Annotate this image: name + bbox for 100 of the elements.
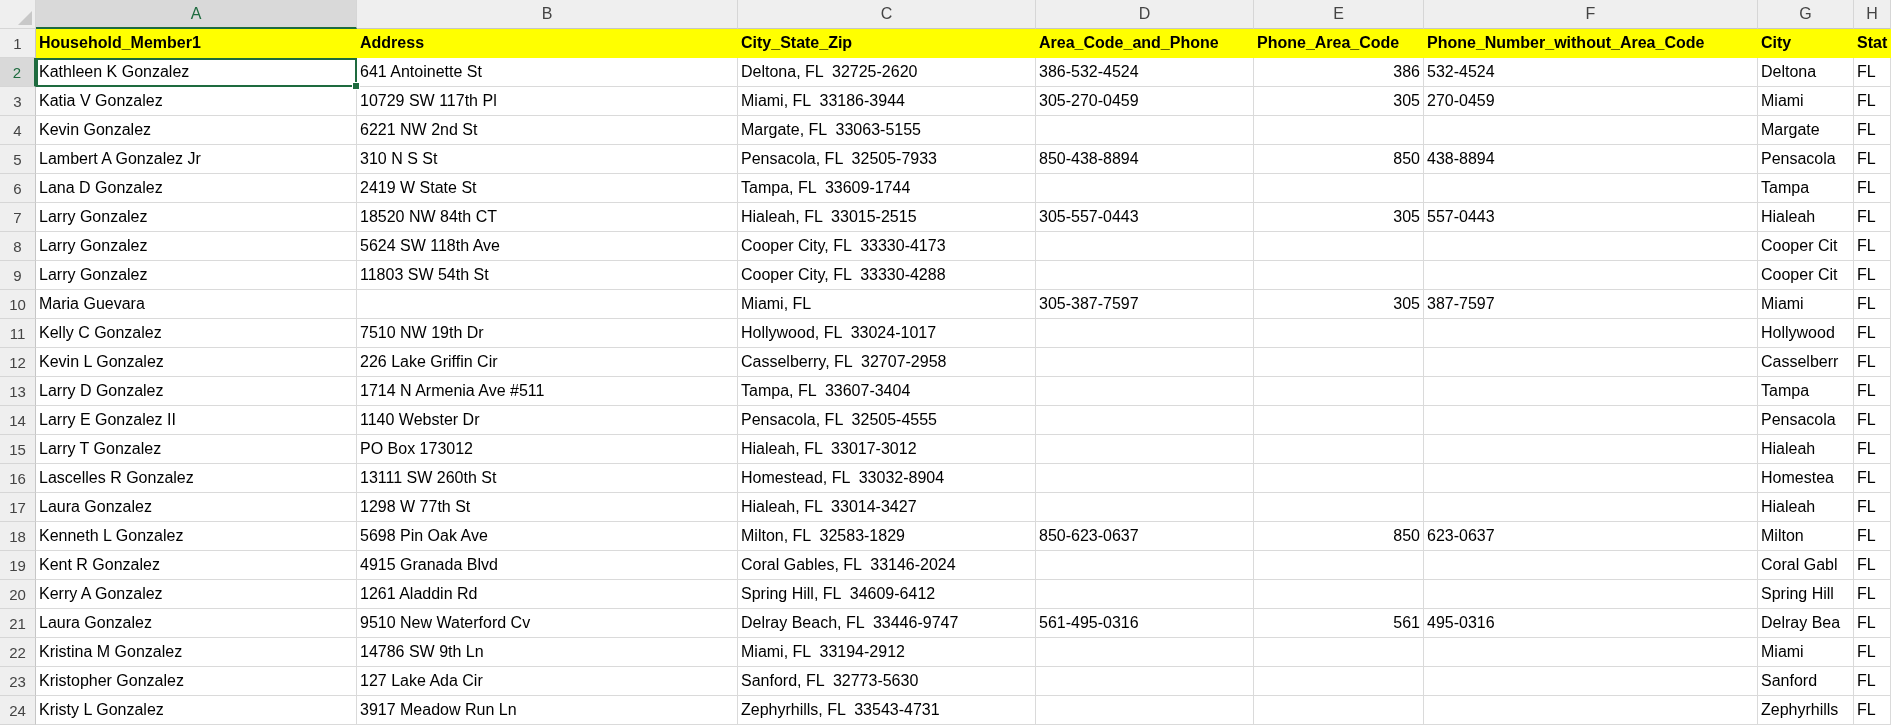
- table-cell[interactable]: Coral Gables, FL 33146-2024: [738, 551, 1036, 580]
- table-cell[interactable]: Pensacola, FL 32505-7933: [738, 145, 1036, 174]
- table-cell[interactable]: [1254, 580, 1424, 609]
- table-cell[interactable]: Pensacola, FL 32505-4555: [738, 406, 1036, 435]
- table-cell[interactable]: Spring Hill: [1758, 580, 1854, 609]
- table-cell[interactable]: Coral Gabl: [1758, 551, 1854, 580]
- table-cell[interactable]: [1036, 174, 1254, 203]
- table-cell[interactable]: Larry Gonzalez: [36, 232, 357, 261]
- table-cell[interactable]: [1036, 638, 1254, 667]
- table-cell[interactable]: FL: [1854, 609, 1891, 638]
- table-cell[interactable]: 850: [1254, 522, 1424, 551]
- table-cell[interactable]: FL: [1854, 464, 1891, 493]
- table-cell[interactable]: 2419 W State St: [357, 174, 738, 203]
- table-cell[interactable]: [1424, 580, 1758, 609]
- table-cell[interactable]: FL: [1854, 261, 1891, 290]
- table-cell[interactable]: Miami: [1758, 638, 1854, 667]
- table-cell[interactable]: 532-4524: [1424, 58, 1758, 87]
- table-cell[interactable]: FL: [1854, 435, 1891, 464]
- header-cell[interactable]: Phone_Area_Code: [1254, 29, 1424, 58]
- table-cell[interactable]: 3917 Meadow Run Ln: [357, 696, 738, 725]
- table-cell[interactable]: Spring Hill, FL 34609-6412: [738, 580, 1036, 609]
- table-cell[interactable]: 305: [1254, 290, 1424, 319]
- row-header[interactable]: 9: [0, 261, 36, 290]
- table-cell[interactable]: 127 Lake Ada Cir: [357, 667, 738, 696]
- table-cell[interactable]: FL: [1854, 203, 1891, 232]
- table-cell[interactable]: Cooper Cit: [1758, 261, 1854, 290]
- table-cell[interactable]: 270-0459: [1424, 87, 1758, 116]
- table-cell[interactable]: 641 Antoinette St: [357, 58, 738, 87]
- table-cell[interactable]: [1036, 377, 1254, 406]
- table-cell[interactable]: [1036, 667, 1254, 696]
- table-cell[interactable]: [1036, 319, 1254, 348]
- table-cell[interactable]: [1254, 464, 1424, 493]
- header-cell[interactable]: Household_Member1: [36, 29, 357, 58]
- table-cell[interactable]: Kristopher Gonzalez: [36, 667, 357, 696]
- table-cell[interactable]: Zephyrhills: [1758, 696, 1854, 725]
- table-cell[interactable]: [1424, 116, 1758, 145]
- table-cell[interactable]: Kenneth L Gonzalez: [36, 522, 357, 551]
- row-header[interactable]: 20: [0, 580, 36, 609]
- table-cell[interactable]: [1424, 638, 1758, 667]
- table-cell[interactable]: FL: [1854, 232, 1891, 261]
- table-cell[interactable]: [1424, 551, 1758, 580]
- table-cell[interactable]: Kevin Gonzalez: [36, 116, 357, 145]
- table-cell[interactable]: Katia V Gonzalez: [36, 87, 357, 116]
- row-header[interactable]: 16: [0, 464, 36, 493]
- table-cell[interactable]: Miami, FL: [738, 290, 1036, 319]
- table-cell[interactable]: [1254, 261, 1424, 290]
- table-cell[interactable]: [1254, 406, 1424, 435]
- row-header[interactable]: 21: [0, 609, 36, 638]
- table-cell[interactable]: Kathleen K Gonzalez: [36, 58, 357, 87]
- table-cell[interactable]: 561-495-0316: [1036, 609, 1254, 638]
- table-cell[interactable]: Deltona, FL 32725-2620: [738, 58, 1036, 87]
- row-header[interactable]: 1: [0, 29, 36, 58]
- table-cell[interactable]: Larry T Gonzalez: [36, 435, 357, 464]
- table-cell[interactable]: [1036, 348, 1254, 377]
- table-cell[interactable]: 9510 New Waterford Cv: [357, 609, 738, 638]
- table-cell[interactable]: Hialeah, FL 33014-3427: [738, 493, 1036, 522]
- table-cell[interactable]: [1036, 551, 1254, 580]
- table-cell[interactable]: 623-0637: [1424, 522, 1758, 551]
- table-cell[interactable]: Milton: [1758, 522, 1854, 551]
- row-header[interactable]: 23: [0, 667, 36, 696]
- table-cell[interactable]: 14786 SW 9th Ln: [357, 638, 738, 667]
- header-cell[interactable]: Address: [357, 29, 738, 58]
- table-cell[interactable]: FL: [1854, 551, 1891, 580]
- row-header[interactable]: 3: [0, 87, 36, 116]
- table-cell[interactable]: 226 Lake Griffin Cir: [357, 348, 738, 377]
- row-header[interactable]: 17: [0, 493, 36, 522]
- table-cell[interactable]: 305: [1254, 203, 1424, 232]
- row-header[interactable]: 11: [0, 319, 36, 348]
- table-cell[interactable]: 305-270-0459: [1036, 87, 1254, 116]
- table-cell[interactable]: [1424, 667, 1758, 696]
- table-cell[interactable]: [1036, 580, 1254, 609]
- table-cell[interactable]: FL: [1854, 290, 1891, 319]
- table-cell[interactable]: Kevin L Gonzalez: [36, 348, 357, 377]
- table-cell[interactable]: 1140 Webster Dr: [357, 406, 738, 435]
- table-cell[interactable]: 495-0316: [1424, 609, 1758, 638]
- table-cell[interactable]: FL: [1854, 493, 1891, 522]
- table-cell[interactable]: Casselberr: [1758, 348, 1854, 377]
- table-cell[interactable]: FL: [1854, 696, 1891, 725]
- table-cell[interactable]: Tampa, FL 33607-3404: [738, 377, 1036, 406]
- table-cell[interactable]: Margate, FL 33063-5155: [738, 116, 1036, 145]
- table-cell[interactable]: FL: [1854, 348, 1891, 377]
- table-cell[interactable]: Laura Gonzalez: [36, 609, 357, 638]
- table-cell[interactable]: 438-8894: [1424, 145, 1758, 174]
- table-cell[interactable]: [1254, 551, 1424, 580]
- table-cell[interactable]: Hialeah: [1758, 435, 1854, 464]
- row-header[interactable]: 7: [0, 203, 36, 232]
- table-cell[interactable]: FL: [1854, 116, 1891, 145]
- table-cell[interactable]: 305-387-7597: [1036, 290, 1254, 319]
- row-header[interactable]: 12: [0, 348, 36, 377]
- table-cell[interactable]: 310 N S St: [357, 145, 738, 174]
- table-cell[interactable]: [1424, 232, 1758, 261]
- header-cell[interactable]: Phone_Number_without_Area_Code: [1424, 29, 1758, 58]
- table-cell[interactable]: Pensacola: [1758, 145, 1854, 174]
- table-cell[interactable]: [1424, 319, 1758, 348]
- table-cell[interactable]: 10729 SW 117th Pl: [357, 87, 738, 116]
- table-cell[interactable]: [1254, 116, 1424, 145]
- table-cell[interactable]: Larry Gonzalez: [36, 203, 357, 232]
- table-cell[interactable]: FL: [1854, 377, 1891, 406]
- table-cell[interactable]: 1298 W 77th St: [357, 493, 738, 522]
- row-header[interactable]: 24: [0, 696, 36, 725]
